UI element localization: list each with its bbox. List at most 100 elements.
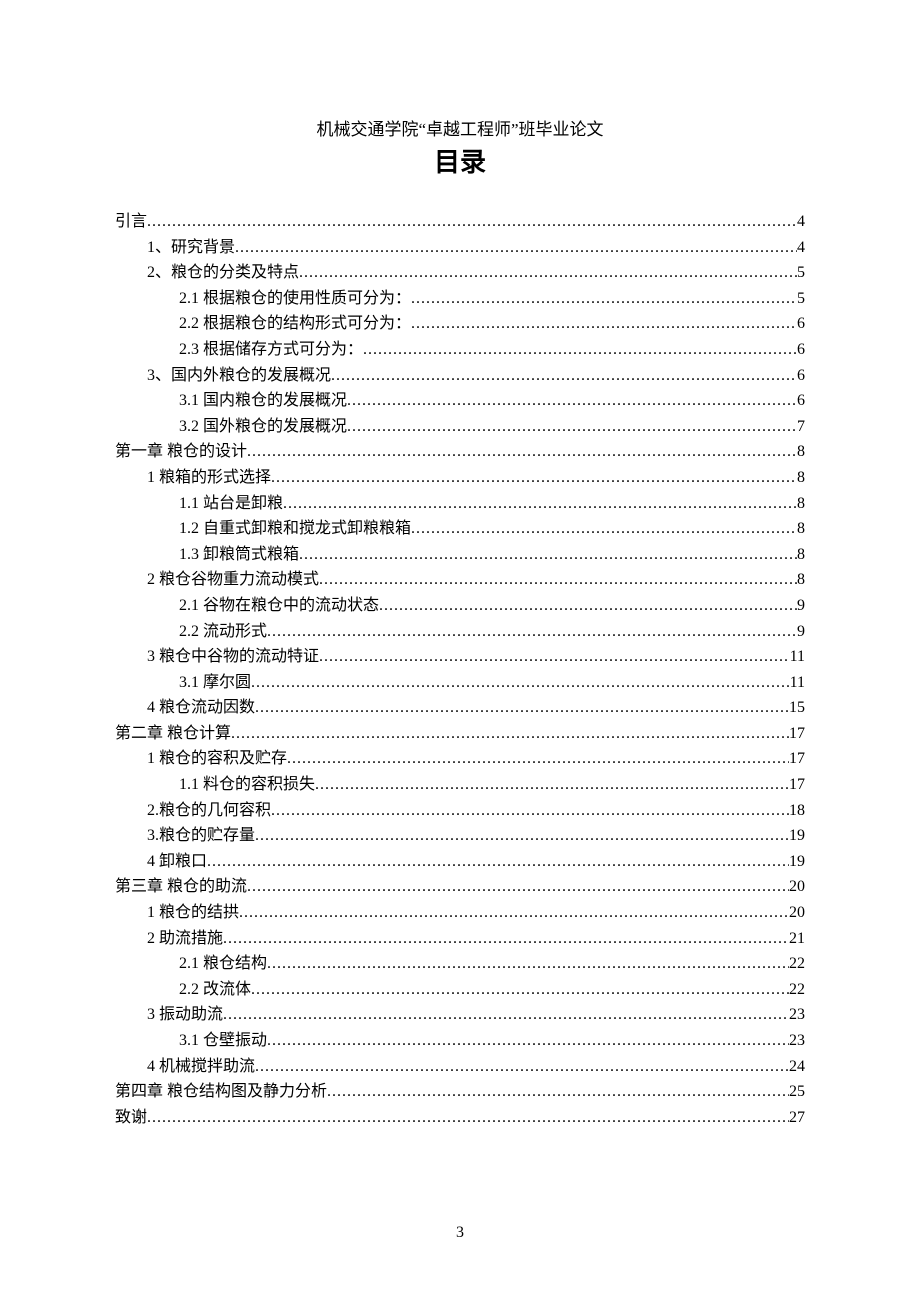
toc-entry-label: 3 粮仓中谷物的流动特证 (147, 644, 319, 670)
toc-entry-label: 3 振动助流 (147, 1002, 223, 1028)
toc-leader-dots (147, 1105, 789, 1131)
toc-leader-dots (247, 439, 797, 465)
toc-leader-dots (347, 388, 797, 414)
toc-entry-label: 1.3 卸粮筒式粮箱 (179, 542, 299, 568)
toc-entry: 第二章 粮仓计算17 (115, 721, 805, 747)
toc-leader-dots (411, 516, 797, 542)
toc-entry-label: 2.1 谷物在粮仓中的流动状态 (179, 593, 379, 619)
toc-entry: 致谢 27 (115, 1105, 805, 1131)
toc-entry-label: 4 粮仓流动因数 (147, 695, 255, 721)
toc-entry: 1 粮仓的结拱20 (115, 900, 805, 926)
toc-entry-label: 3.1 仓壁振动 (179, 1028, 267, 1054)
toc-leader-dots (255, 695, 789, 721)
toc-leader-dots (411, 311, 797, 337)
toc-entry-label: 3.1 国内粮仓的发展概况 (179, 388, 347, 414)
toc-leader-dots (379, 593, 797, 619)
toc-entry-label: 3.2 国外粮仓的发展概况 (179, 414, 347, 440)
toc-entry: 2.粮仓的几何容积 18 (115, 798, 805, 824)
toc-entry-label: 2、粮仓的分类及特点 (147, 260, 299, 286)
toc-entry-page: 27 (789, 1105, 805, 1131)
toc-entry-page: 8 (797, 439, 805, 465)
toc-entry-page: 23 (789, 1002, 805, 1028)
toc-leader-dots (231, 721, 789, 747)
toc-entry: 2.3 根据储存方式可分为： 6 (115, 337, 805, 363)
toc-leader-dots (271, 798, 789, 824)
toc-entry: 2.1 根据粮仓的使用性质可分为： 5 (115, 286, 805, 312)
toc-leader-dots (319, 644, 790, 670)
toc-leader-dots (299, 542, 797, 568)
toc-entry: 2.2 流动形式 9 (115, 619, 805, 645)
toc-entry-label: 2.2 根据粮仓的结构形式可分为： (179, 311, 411, 337)
toc-entry: 2.1 谷物在粮仓中的流动状态 9 (115, 593, 805, 619)
toc-entry-label: 1 粮仓的容积及贮存 (147, 746, 287, 772)
page-number: 3 (0, 1224, 920, 1242)
toc-entry-page: 9 (797, 593, 805, 619)
toc-entry: 第三章 粮仓的助流20 (115, 874, 805, 900)
toc-entry: 3.1 摩尔圆 11 (115, 670, 805, 696)
toc-entry: 2.1 粮仓结构 22 (115, 951, 805, 977)
toc-leader-dots (287, 746, 789, 772)
toc-entry: 第四章 粮仓结构图及静力分析25 (115, 1079, 805, 1105)
toc-entry-page: 17 (789, 772, 805, 798)
toc-leader-dots (319, 567, 797, 593)
toc-leader-dots (283, 491, 797, 517)
toc-entry-label: 1 粮箱的形式选择 (147, 465, 271, 491)
toc-entry-label: 第三章 粮仓的助流 (115, 874, 247, 900)
toc-entry-page: 6 (797, 311, 805, 337)
toc-leader-dots (247, 874, 789, 900)
toc-leader-dots (235, 235, 797, 261)
toc-entry-page: 5 (797, 286, 805, 312)
toc-entry: 3.1 仓壁振动 23 (115, 1028, 805, 1054)
toc-entry: 1.3 卸粮筒式粮箱 8 (115, 542, 805, 568)
toc-entry-label: 2.粮仓的几何容积 (147, 798, 271, 824)
toc-entry: 1.2 自重式卸粮和搅龙式卸粮粮箱 8 (115, 516, 805, 542)
toc-entry-label: 4 机械搅拌助流 (147, 1054, 255, 1080)
toc-entry: 2.2 改流体 22 (115, 977, 805, 1003)
toc-entry-page: 24 (789, 1054, 805, 1080)
toc-entry-page: 11 (790, 644, 805, 670)
toc-entry-page: 22 (789, 977, 805, 1003)
toc-entry-label: 第二章 粮仓计算 (115, 721, 231, 747)
toc-entry: 第一章 粮仓的设计8 (115, 439, 805, 465)
toc-leader-dots (267, 951, 789, 977)
toc-entry-page: 8 (797, 491, 805, 517)
toc-entry-label: 3.粮仓的贮存量 (147, 823, 255, 849)
toc-entry-page: 8 (797, 567, 805, 593)
toc-entry: 2 助流措施21 (115, 926, 805, 952)
toc-entry-label: 1.1 站台是卸粮 (179, 491, 283, 517)
toc-entry-label: 3、国内外粮仓的发展概况 (147, 363, 331, 389)
toc-leader-dots (255, 823, 789, 849)
toc-leader-dots (207, 849, 789, 875)
toc-leader-dots (347, 414, 797, 440)
toc-title: 目录 (115, 142, 805, 179)
toc-leader-dots (223, 1002, 789, 1028)
toc-entry-page: 23 (789, 1028, 805, 1054)
toc-entry-page: 4 (797, 235, 805, 261)
toc-entry-page: 8 (797, 516, 805, 542)
toc-leader-dots (251, 670, 790, 696)
toc-entry-label: 致谢 (115, 1105, 147, 1131)
toc-entry: 4 粮仓流动因数 15 (115, 695, 805, 721)
toc-entry: 3 粮仓中谷物的流动特证 11 (115, 644, 805, 670)
toc-entry: 3、国内外粮仓的发展概况 6 (115, 363, 805, 389)
toc-leader-dots (255, 1054, 789, 1080)
toc-entry-label: 2.2 流动形式 (179, 619, 267, 645)
toc-leader-dots (223, 926, 789, 952)
toc-leader-dots (239, 900, 789, 926)
toc-entry-label: 2 助流措施 (147, 926, 223, 952)
toc-leader-dots (147, 209, 797, 235)
toc-entry-label: 2.1 根据粮仓的使用性质可分为： (179, 286, 411, 312)
toc-entry: 1、研究背景 4 (115, 235, 805, 261)
toc-entry-page: 20 (789, 900, 805, 926)
toc-entry: 2 粮仓谷物重力流动模式8 (115, 567, 805, 593)
toc-entry-page: 22 (789, 951, 805, 977)
toc-entry: 3.粮仓的贮存量 19 (115, 823, 805, 849)
toc-entry-label: 引言 (115, 209, 147, 235)
toc-entry-label: 2.2 改流体 (179, 977, 251, 1003)
toc-entry-label: 2.3 根据储存方式可分为： (179, 337, 363, 363)
toc-entry: 3.2 国外粮仓的发展概况 7 (115, 414, 805, 440)
toc-entry: 4 卸粮口19 (115, 849, 805, 875)
toc-entry: 引言4 (115, 209, 805, 235)
toc-entry-page: 9 (797, 619, 805, 645)
toc-entry-label: 4 卸粮口 (147, 849, 207, 875)
